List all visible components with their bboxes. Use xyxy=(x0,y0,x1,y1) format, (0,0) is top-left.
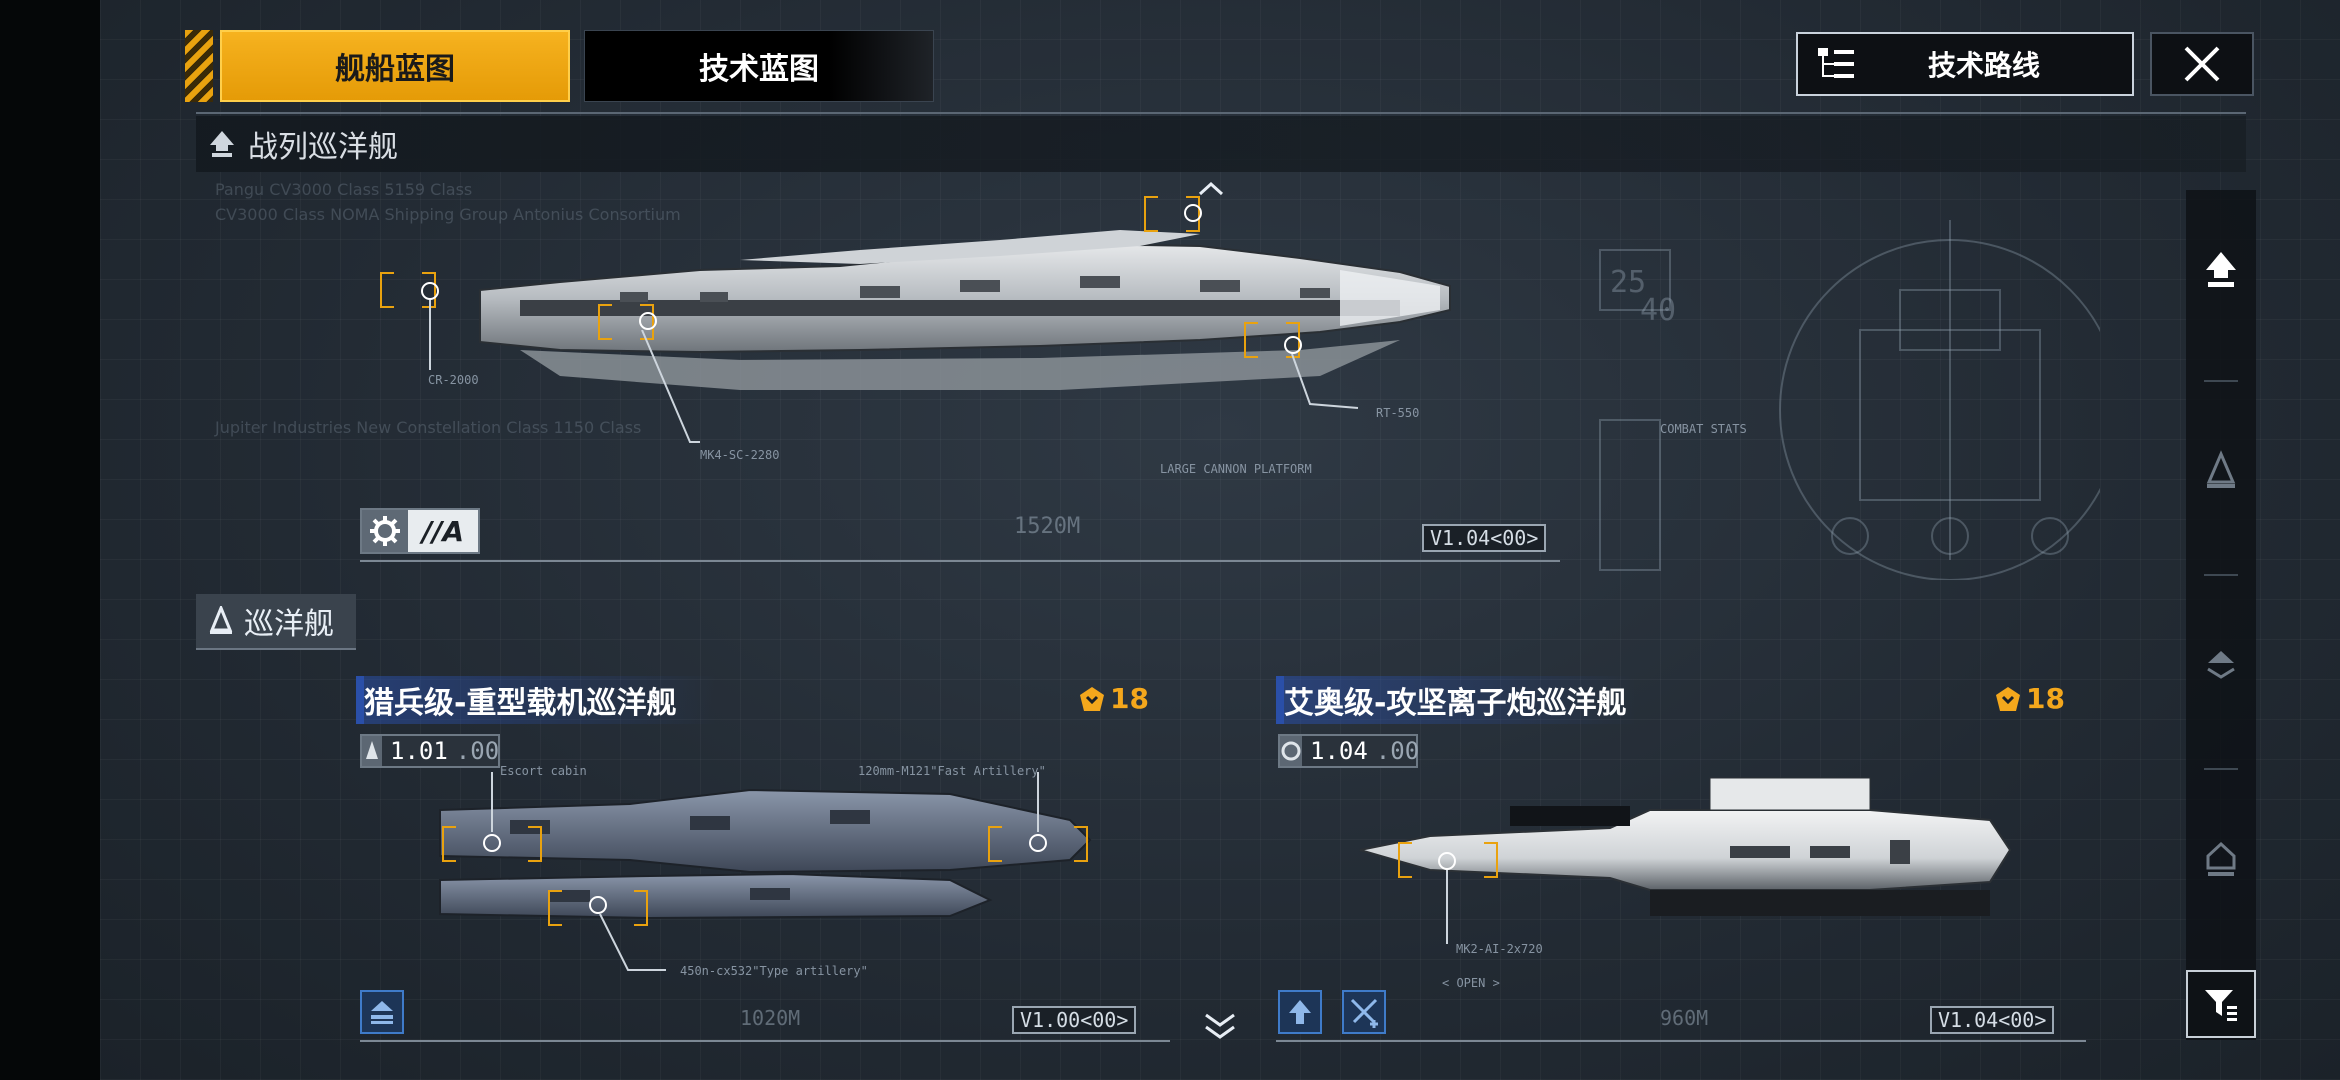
rank-badge: 18 xyxy=(1994,682,2065,715)
section-title: 战列巡洋舰 xyxy=(248,130,398,165)
rank-icon xyxy=(1996,686,2020,711)
callout-line xyxy=(1291,354,1359,409)
header-divider xyxy=(196,112,2246,114)
version-tag: V1.04<00> xyxy=(1422,524,1547,552)
rail-divider xyxy=(2204,380,2238,382)
rail-destroyer[interactable] xyxy=(2186,634,2256,694)
bg-text: Pangu CV3000 Class 5159 Class xyxy=(215,180,473,199)
level-suffix: .00 xyxy=(1375,737,1420,765)
hardpoint-marker[interactable] xyxy=(1029,834,1047,852)
callout-line xyxy=(1037,772,1039,832)
grade-value: //A xyxy=(408,510,478,552)
callout-line xyxy=(491,772,493,832)
crossed-swords-icon xyxy=(1350,998,1378,1028)
tech-route-button[interactable]: 技术路线 xyxy=(1796,32,2134,96)
callout-line xyxy=(1446,870,1448,944)
gear-icon xyxy=(362,510,408,552)
callout-line xyxy=(641,330,700,443)
close-icon xyxy=(2184,46,2220,82)
hardpoint-marker[interactable] xyxy=(589,896,607,914)
tab-ship-blueprint[interactable]: 舰船蓝图 xyxy=(220,30,570,102)
rank-badge: 18 xyxy=(1078,682,1149,715)
fast-artillery-label: 120mm-M121"Fast Artillery" xyxy=(858,764,1046,778)
section-header-cruiser: 巡洋舰 xyxy=(196,594,356,650)
level-value: 1.04 xyxy=(1310,737,1368,765)
callout-line xyxy=(599,914,666,971)
hardpoint-marker[interactable] xyxy=(421,282,439,300)
game-screen: 舰船蓝图 技术蓝图 技术路线 战列巡洋舰 Pangu CV3000 Class … xyxy=(0,0,2340,1080)
rail-divider xyxy=(2204,768,2238,770)
ship-title[interactable]: 猎兵级-重型载机巡洋舰 xyxy=(356,676,964,724)
level-suffix: .00 xyxy=(455,737,500,765)
close-button[interactable] xyxy=(2150,32,2254,96)
hardpoint-marker[interactable] xyxy=(483,834,501,852)
hardpoint-marker[interactable] xyxy=(639,312,657,330)
rail-battlecruiser[interactable] xyxy=(2186,240,2256,300)
rail-cruiser[interactable] xyxy=(2186,440,2256,500)
weapon-label: RT-550 xyxy=(1376,406,1420,420)
rail-divider xyxy=(2204,574,2238,576)
tab-accent-stripe xyxy=(185,30,213,102)
section-header-battlecruiser: 战列巡洋舰 xyxy=(196,116,2246,172)
version-tag: V1.00<00> xyxy=(1012,1006,1137,1034)
chevron-up-icon xyxy=(1198,181,1224,196)
battlecruiser-class-icon xyxy=(210,131,234,157)
tab-tech-blueprint[interactable]: 技术蓝图 xyxy=(584,30,934,102)
cruiser-class-icon xyxy=(209,606,233,634)
artillery-label: 450n-cx532"Type artillery" xyxy=(680,964,868,978)
escort-label: Escort cabin xyxy=(500,764,587,778)
filter-button[interactable] xyxy=(2186,970,2256,1038)
ship-silhouette-icon xyxy=(1280,736,1302,766)
hardpoint-marker[interactable] xyxy=(1184,204,1202,222)
battlecruiser-class-icon xyxy=(2206,252,2236,287)
version-tag: V1.04<00> xyxy=(1930,1006,2055,1034)
callout-line xyxy=(429,300,431,370)
ship-silhouette-icon xyxy=(362,736,382,766)
frigate-class-icon xyxy=(2206,841,2236,876)
schematic-drawing: 25 40 xyxy=(1599,220,2100,580)
length-label: 1020M xyxy=(740,1006,801,1030)
length-label: 1520M xyxy=(1014,514,1081,539)
level-badge: 1.04 .00 xyxy=(1278,734,1419,768)
layer-up-icon xyxy=(371,1001,393,1024)
grade-badge: //A xyxy=(360,508,480,554)
weapon-label: CR-2000 xyxy=(428,373,479,387)
rail-frigate[interactable] xyxy=(2186,830,2256,890)
level-value: 1.01 xyxy=(390,737,448,765)
hardpoint-marker[interactable] xyxy=(1438,852,1456,870)
rank-icon xyxy=(1080,686,1104,711)
destroyer-class-icon xyxy=(2207,651,2235,679)
ruler xyxy=(360,1040,1170,1042)
ruler xyxy=(360,560,1560,562)
svg-text:40: 40 xyxy=(1640,293,1676,328)
tech-route-label: 技术路线 xyxy=(1927,49,2040,82)
length-label: 960M xyxy=(1660,1006,1709,1030)
ruler xyxy=(1276,1040,2086,1042)
upgrade-button[interactable] xyxy=(1278,990,1322,1034)
platform-label: LARGE CANNON PLATFORM xyxy=(1160,462,1312,476)
weapon-label: MK4-SC-2280 xyxy=(700,448,780,462)
tree-list-icon xyxy=(1818,48,1854,78)
left-edge xyxy=(0,0,100,1080)
deploy-button[interactable] xyxy=(360,990,404,1034)
level-badge: 1.01 .00 xyxy=(360,734,500,768)
rank-value: 18 xyxy=(1110,682,1149,715)
arrow-up-icon xyxy=(1289,1000,1311,1024)
scroll-down-button[interactable] xyxy=(1200,1010,1240,1042)
open-label: < OPEN > xyxy=(1442,976,1500,990)
ship-class-rail xyxy=(2186,190,2256,1040)
weapon-config-button[interactable] xyxy=(1342,990,1386,1034)
section-title: 巡洋舰 xyxy=(244,607,334,642)
weapon-label: MK2-AI-2x720 xyxy=(1456,942,1543,956)
ship-title[interactable]: 艾奥级-攻坚离子炮巡洋舰 xyxy=(1276,676,1884,724)
rank-value: 18 xyxy=(2026,682,2065,715)
cruiser-class-icon xyxy=(2206,450,2236,488)
hardpoint-marker[interactable] xyxy=(1284,336,1302,354)
filter-icon xyxy=(2205,990,2237,1021)
double-chevron-down-icon xyxy=(1205,1013,1235,1039)
